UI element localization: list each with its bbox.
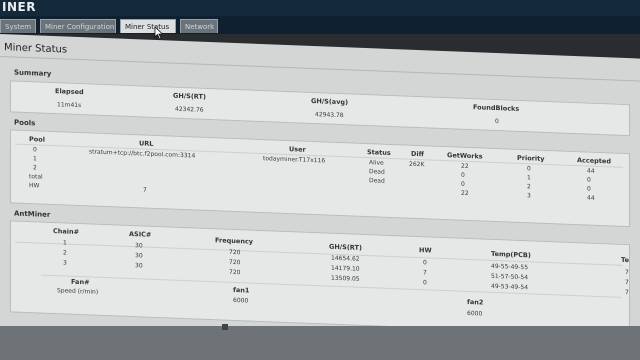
pools-header-url: URL: [139, 139, 154, 148]
chain-3-temp-chip: 7: [625, 289, 629, 297]
tab-miner-configuration[interactable]: Miner Configuration: [40, 19, 116, 33]
pool-0-diff: 262K: [409, 160, 425, 169]
antminer-panel: Chain# ASIC# Frequency GH/S(RT) HW Temp(…: [10, 220, 630, 337]
antminer-header-asic: ASIC#: [129, 229, 152, 239]
tab-bar: System Miner Configuration Miner Status …: [0, 16, 640, 34]
pool-total-priority: 3: [527, 192, 531, 200]
tab-miner-status[interactable]: Miner Status: [120, 19, 176, 33]
fan2-label: fan2: [467, 297, 484, 307]
chain-1-id: 1: [63, 239, 67, 247]
fan1-speed: 6000: [233, 296, 249, 305]
summary-header-ghs-avg: GH/S(avg): [311, 96, 349, 107]
pool-1-accepted: 0: [587, 176, 591, 184]
chain-1-temp-chip: 7: [625, 269, 629, 277]
summary-panel: Elapsed GH/S(RT) GH/S(avg) FoundBlocks 1…: [10, 80, 630, 137]
summary-foundblocks-value: 0: [495, 118, 499, 126]
pool-total-label: total: [29, 173, 43, 181]
antminer-header-chain: Chain#: [53, 227, 80, 237]
chain-2-frequency: 720: [229, 258, 241, 267]
chain-2-asic: 30: [135, 252, 143, 260]
chain-3-hw: 0: [423, 279, 427, 287]
chain-3-frequency: 720: [229, 268, 241, 277]
chain-1-frequency: 720: [229, 248, 241, 257]
chain-1-ghs-rt: 14654.62: [331, 254, 360, 263]
summary-ghs-rt-value: 42342.76: [175, 105, 204, 114]
fan1-label: fan1: [233, 285, 250, 295]
summary-elapsed-value: 11m41s: [57, 101, 82, 110]
brand-logo-text: INER: [2, 0, 36, 14]
chain-3-asic: 30: [135, 262, 143, 270]
antminer-header-divider: [15, 241, 623, 266]
pool-hw-value: 7: [143, 186, 147, 194]
chain-2-ghs-rt: 14179.10: [331, 264, 360, 273]
summary-header-elapsed: Elapsed: [55, 87, 84, 97]
summary-header-ghs-rt: GH/S(RT): [173, 91, 206, 101]
antminer-header-temp-chip: Te: [621, 255, 629, 265]
pool-2-status: Dead: [369, 177, 385, 185]
page-title: Miner Status: [4, 42, 68, 56]
chain-3-temp-pcb: 49-53-49-54: [491, 282, 529, 292]
antminer-header-frequency: Frequency: [215, 236, 254, 246]
pool-2-accepted: 0: [587, 185, 591, 193]
chain-3-ghs-rt: 13509.05: [331, 274, 360, 283]
antminer-header-ghs-rt: GH/S(RT): [329, 242, 362, 252]
monitor-bezel: [0, 324, 640, 360]
chain-2-temp-chip: 7: [625, 279, 629, 287]
summary-header-foundblocks: FoundBlocks: [473, 103, 520, 113]
pool-2-priority: 2: [527, 183, 531, 191]
status-page: Miner Status Summary Elapsed GH/S(RT) GH…: [0, 34, 640, 355]
pools-panel: Pool URL User Status Diff GetWorks Prior…: [10, 129, 630, 228]
fan2-speed: 6000: [467, 309, 483, 318]
app-header: INER: [0, 0, 640, 16]
pool-1-priority: 1: [527, 174, 531, 182]
title-divider: [0, 56, 640, 82]
pools-header-priority: Priority: [517, 153, 545, 163]
pool-hw-label: HW: [29, 182, 40, 190]
pool-0-status: Alive: [369, 159, 384, 167]
pool-0-accepted: 44: [587, 167, 595, 175]
pool-1-getworks: 0: [461, 171, 465, 179]
chain-3-id: 3: [63, 259, 67, 267]
fan-header: Fan#: [71, 277, 90, 287]
pool-0-id: 0: [33, 146, 37, 154]
summary-ghs-avg-value: 42943.78: [315, 111, 344, 120]
fan-speed-label: Speed (r/min): [57, 287, 99, 296]
pools-header-accepted: Accepted: [577, 156, 611, 166]
chain-1-hw: 0: [423, 259, 427, 267]
bezel-marker: [222, 324, 228, 330]
chain-2-hw: 7: [423, 269, 427, 277]
pool-0-priority: 0: [527, 165, 531, 173]
pools-header-user: User: [289, 145, 306, 154]
summary-section-label: Summary: [14, 68, 52, 78]
tab-system[interactable]: System: [0, 19, 36, 33]
tab-network[interactable]: Network: [180, 19, 218, 33]
antminer-header-hw: HW: [419, 246, 432, 255]
pools-header-pool: Pool: [29, 135, 45, 144]
chain-1-temp-pcb: 49-55-49-55: [491, 262, 529, 272]
pools-header-status: Status: [367, 148, 391, 158]
pool-0-getworks: 22: [461, 162, 469, 171]
antminer-header-temp-pcb: Temp(PCB): [491, 249, 531, 260]
pools-header-diff: Diff: [411, 149, 424, 159]
pool-1-id: 1: [33, 155, 37, 163]
pool-total-accepted: 44: [587, 194, 595, 202]
chain-1-asic: 30: [135, 242, 143, 250]
pool-0-user: todayminer.T17x116: [263, 155, 326, 165]
chain-2-temp-pcb: 51-57-50-54: [491, 272, 529, 282]
antminer-section-label: AntMiner: [14, 209, 51, 219]
pool-1-status: Dead: [369, 168, 385, 176]
chain-2-id: 2: [63, 249, 67, 257]
pools-header-getworks: GetWorks: [447, 151, 483, 161]
pool-2-id: 2: [33, 164, 37, 172]
pools-section-label: Pools: [14, 118, 36, 128]
pool-total-getworks: 22: [461, 189, 469, 198]
mouse-pointer-icon: [154, 26, 164, 40]
pool-2-getworks: 0: [461, 180, 465, 188]
